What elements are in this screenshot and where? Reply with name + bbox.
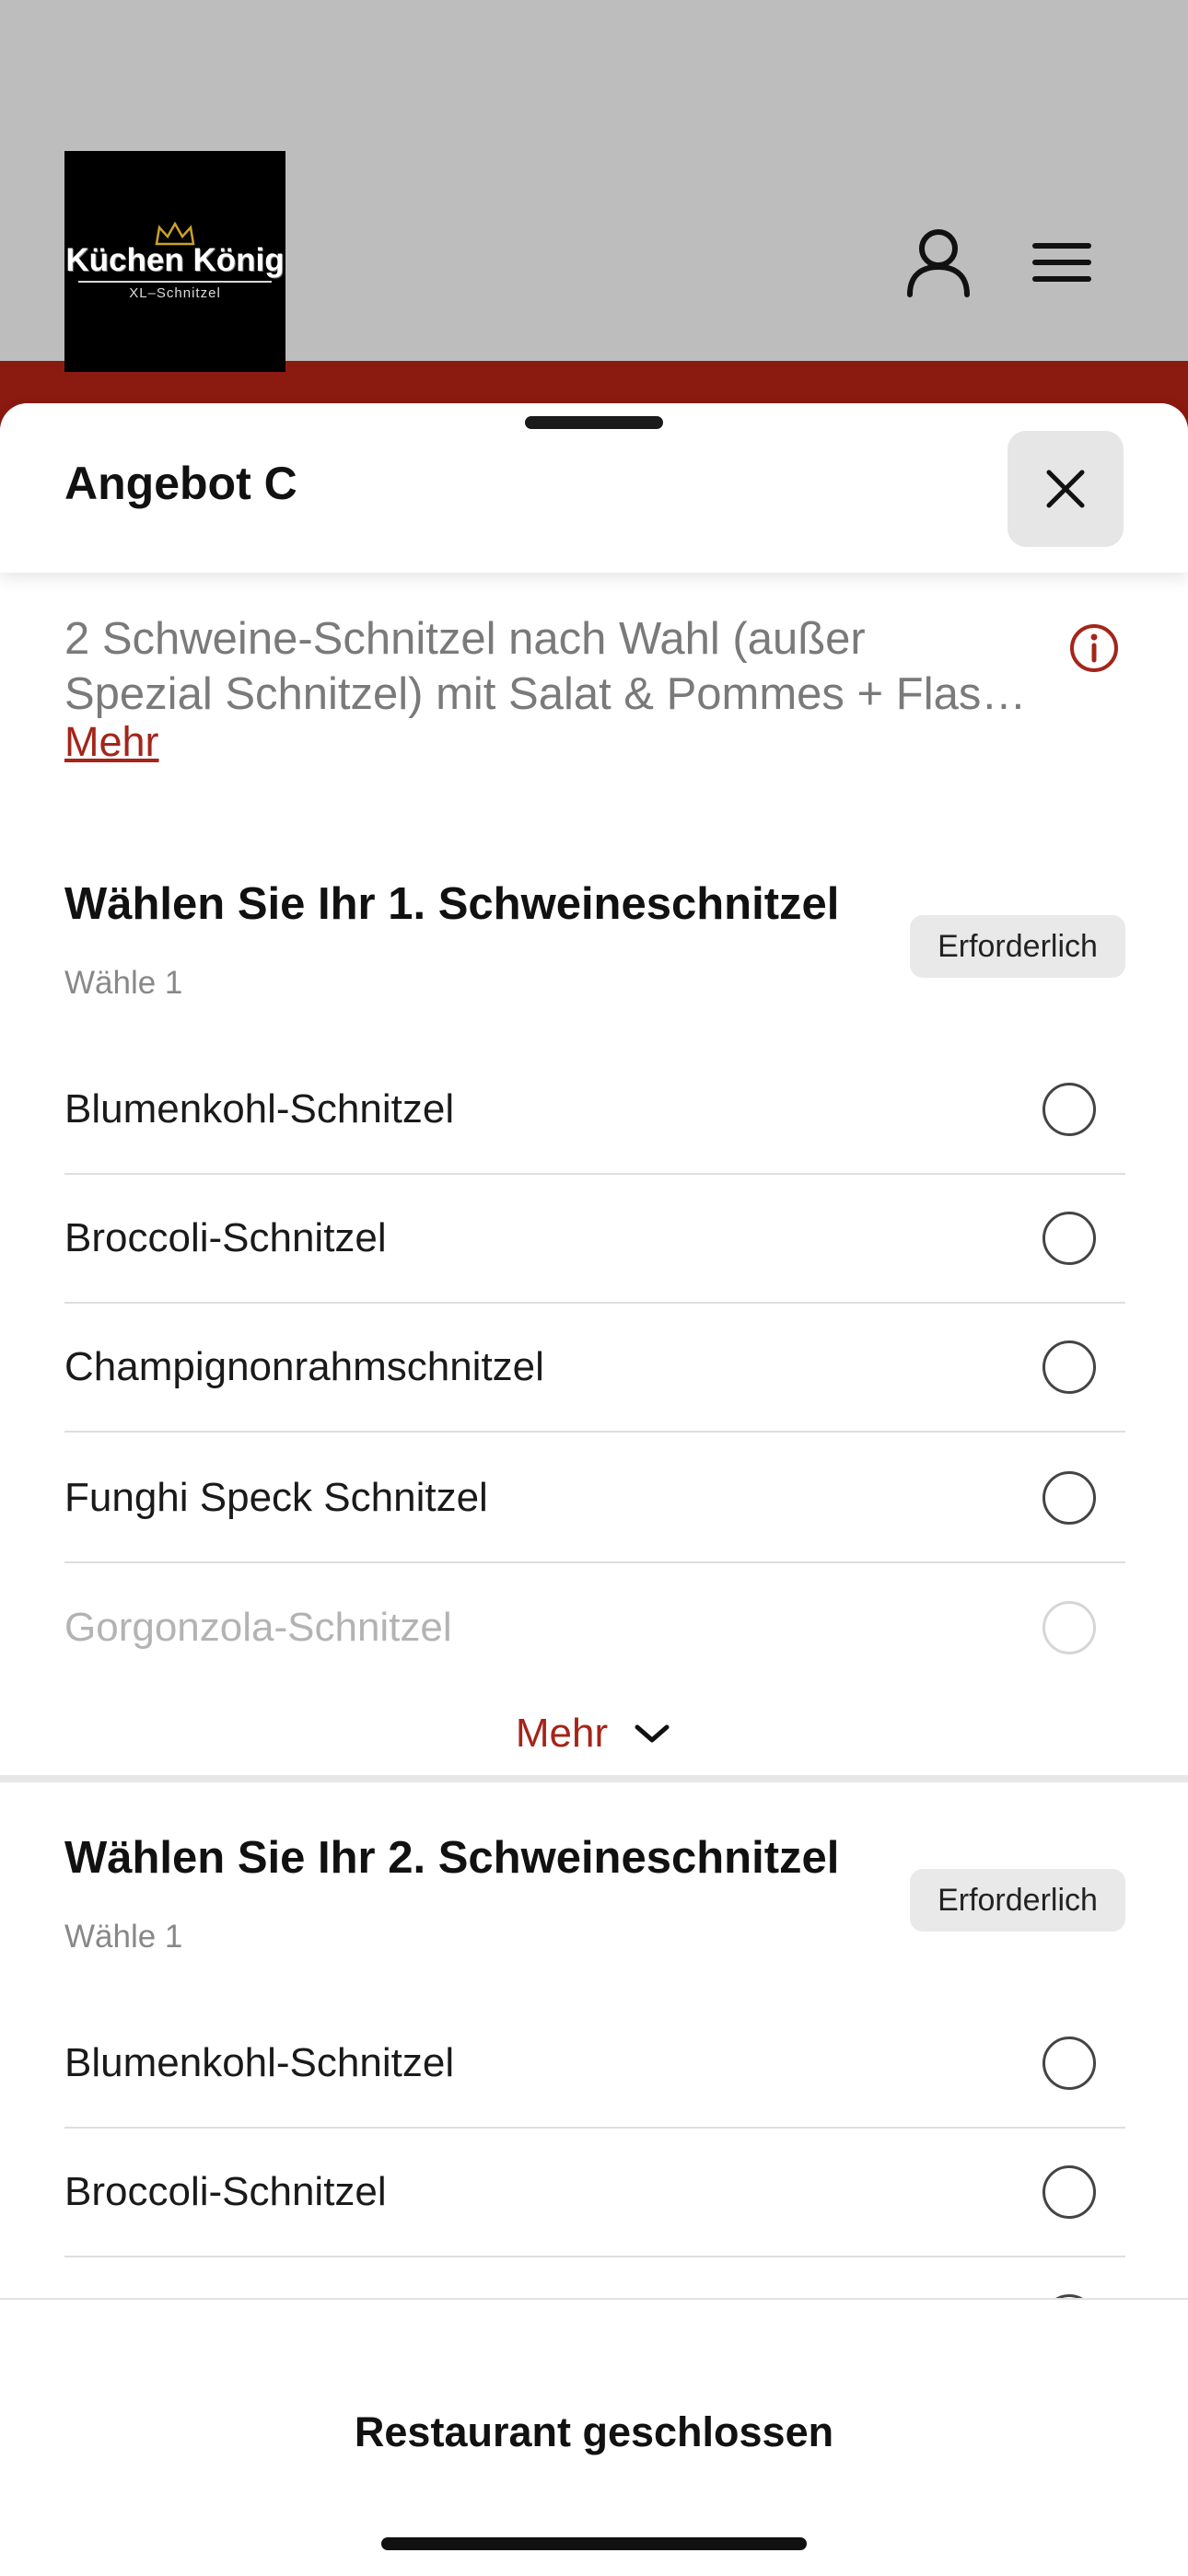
home-indicator [381, 2537, 807, 2550]
info-icon[interactable] [1068, 622, 1120, 674]
radio-button[interactable] [1042, 2036, 1096, 2090]
option-label: Blumenkohl-Schnitzel [64, 2040, 455, 2085]
option-label: Champignonrahmschnitzel [64, 1344, 544, 1389]
option-label: Funghi Speck Schnitzel [64, 1475, 488, 1520]
option-label: Blumenkohl-Schnitzel [64, 1086, 455, 1131]
logo-name: Küchen König [65, 242, 285, 278]
sheet-title: Angebot C [64, 458, 297, 509]
radio-button[interactable] [1042, 2165, 1096, 2219]
option-row[interactable]: Gorgonzola-Schnitzel [64, 1563, 1125, 1692]
show-more-options-button[interactable]: Mehr [0, 1692, 1188, 1775]
product-sheet: Angebot C 2 Schweine-Schnitzel nach Wahl… [0, 403, 1188, 2574]
option-row[interactable]: Funghi Speck Schnitzel [64, 1434, 1125, 1563]
option-row[interactable]: Blumenkohl-Schnitzel [64, 1046, 1125, 1175]
drag-handle[interactable] [525, 416, 663, 429]
option-row[interactable]: Broccoli-Schnitzel [64, 2129, 1125, 2257]
option-label: Gorgonzola-Schnitzel [64, 1605, 452, 1650]
option-label: Broccoli-Schnitzel [64, 1215, 387, 1260]
show-more-label: Mehr [515, 1711, 609, 1756]
required-badge: Erforderlich [910, 915, 1125, 978]
section-divider [0, 1775, 1188, 1782]
hamburger-menu-icon[interactable] [1031, 241, 1092, 284]
option-label: Broccoli-Schnitzel [64, 2169, 387, 2214]
section-title-1: Wählen Sie Ihr 1. Schweineschnitzel [64, 879, 840, 929]
restaurant-status: Restaurant geschlossen [354, 2408, 834, 2455]
radio-button[interactable] [1042, 1601, 1096, 1654]
logo-divider [78, 281, 272, 283]
sheet-header: Angebot C [0, 403, 1188, 573]
radio-button[interactable] [1042, 1083, 1096, 1136]
footer-bar: Restaurant geschlossen [0, 2298, 1188, 2576]
radio-button[interactable] [1042, 1212, 1096, 1265]
option-row[interactable]: Broccoli-Schnitzel [64, 1175, 1125, 1304]
restaurant-logo[interactable]: Küchen König XL–Schnitzel [64, 151, 285, 372]
radio-button[interactable] [1042, 1471, 1096, 1525]
close-icon [1046, 470, 1085, 508]
required-badge: Erforderlich [910, 1869, 1125, 1932]
section-title-2: Wählen Sie Ihr 2. Schweineschnitzel [64, 1833, 840, 1883]
description-line: Spezial Schnitzel) mit Salat & Pommes + … [64, 669, 1027, 719]
close-button[interactable] [1007, 431, 1124, 547]
section-subtitle-1: Wähle 1 [64, 965, 183, 1001]
user-icon[interactable] [904, 226, 973, 298]
option-row[interactable]: Champignonrahmschnitzel [64, 1304, 1125, 1433]
option-row[interactable]: Blumenkohl-Schnitzel [64, 2000, 1125, 2129]
logo-subtitle: XL–Schnitzel [129, 285, 221, 301]
product-description: 2 Schweine-Schnitzel nach Wahl (außer Sp… [64, 611, 1059, 722]
description-line: 2 Schweine-Schnitzel nach Wahl (außer [64, 614, 866, 664]
radio-button[interactable] [1042, 1340, 1096, 1394]
description-more-link[interactable]: Mehr [64, 718, 159, 766]
chevron-down-icon [635, 1724, 670, 1743]
section-subtitle-2: Wähle 1 [64, 1919, 183, 1955]
